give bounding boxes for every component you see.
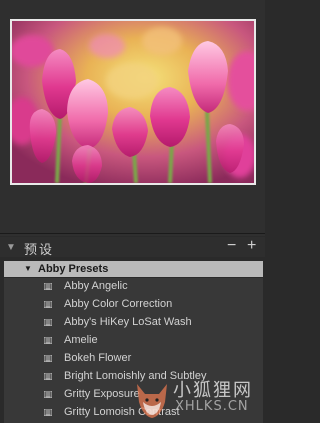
preset-document-icon	[44, 373, 52, 380]
preset-item-label: Bokeh Flower	[64, 352, 132, 364]
presets-panel-title: 预设	[24, 243, 55, 258]
watermark-url: XHLKS.CN	[175, 399, 249, 414]
remove-preset-button[interactable]: −	[227, 237, 236, 255]
preset-document-icon	[44, 391, 52, 398]
folder-label: Abby Presets	[38, 263, 109, 275]
site-watermark: 小狐狸网 XHLKS.CN	[131, 372, 265, 423]
preset-item[interactable]: Bokeh Flower	[4, 350, 263, 368]
preset-document-icon	[44, 283, 52, 290]
preset-item-label: Gritty Exposure	[64, 388, 140, 400]
fox-logo-icon	[137, 384, 167, 418]
folder-expand-triangle-icon[interactable]: ▼	[24, 264, 32, 273]
navigator-panel	[0, 0, 265, 236]
preset-document-icon	[44, 409, 52, 416]
tulip-preview-image	[12, 21, 254, 183]
preset-document-icon	[44, 301, 52, 308]
preset-item-label: Abby's HiKey LoSat Wash	[64, 316, 192, 328]
preset-document-icon	[44, 319, 52, 326]
preset-document-icon	[44, 337, 52, 344]
preset-document-icon	[44, 355, 52, 362]
preset-item[interactable]: Abby's HiKey LoSat Wash	[4, 314, 263, 332]
preview-frame[interactable]	[10, 19, 256, 185]
add-preset-button[interactable]: +	[247, 237, 256, 255]
collapse-triangle-icon[interactable]: ▼	[6, 242, 16, 253]
panel-divider	[0, 233, 265, 234]
preset-item[interactable]: Abby Color Correction	[4, 296, 263, 314]
preset-folder-abby[interactable]: ▼ Abby Presets	[4, 261, 263, 277]
preset-item-label: Abby Angelic	[64, 280, 128, 292]
preset-item[interactable]: Abby Angelic	[4, 278, 263, 296]
preset-item[interactable]: Amelie	[4, 332, 263, 350]
preset-item-label: Amelie	[64, 334, 98, 346]
presets-panel-header[interactable]: ▼ 预设 − +	[0, 237, 265, 258]
preset-item-label: Abby Color Correction	[64, 298, 173, 310]
